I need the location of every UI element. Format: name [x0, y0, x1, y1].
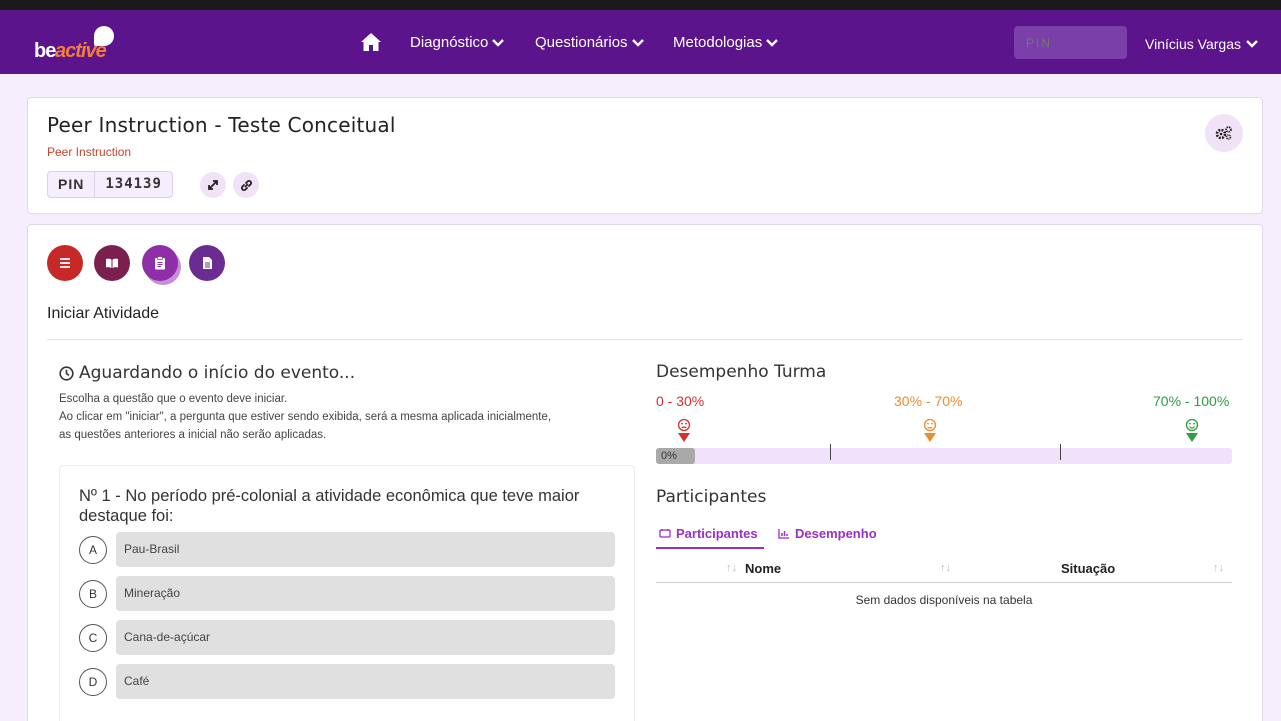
window-top-strip — [0, 0, 1281, 10]
user-menu[interactable]: Vinícius Vargas — [1145, 36, 1258, 52]
sad-face-icon — [677, 418, 691, 442]
tab-participants[interactable]: Participantes — [659, 526, 758, 541]
option-c[interactable]: C Cana-de-açúcar — [79, 620, 615, 655]
performance-progress-fill: 0% — [656, 448, 695, 464]
option-text[interactable]: Mineração — [116, 576, 615, 611]
activity-main-card: Iniciar Atividade Aguardando o início do… — [27, 224, 1263, 721]
waiting-title: Aguardando o início do evento... — [59, 363, 355, 383]
settings-button[interactable] — [1205, 114, 1243, 152]
start-activity-label: Iniciar Atividade — [47, 305, 160, 322]
pin-label: PIN — [48, 172, 96, 197]
logo-text-active: active — [55, 40, 107, 62]
activity-header-card: Peer Instruction - Teste Conceitual Peer… — [27, 97, 1263, 214]
option-letter: B — [79, 580, 107, 608]
column-header-status[interactable]: Situação — [1061, 561, 1115, 576]
tab-participants-label: Participantes — [676, 526, 758, 541]
copy-link-button[interactable] — [233, 172, 259, 198]
nav-metodologias-label: Metodologias — [673, 34, 763, 51]
option-letter: C — [79, 624, 107, 652]
happy-face-icon — [1185, 418, 1199, 442]
threshold-70-tick — [1060, 444, 1061, 460]
range-mid-label: 30% - 70% — [894, 393, 963, 409]
question-card: Nº 1 - No período pré-colonial a ativida… — [59, 465, 635, 721]
menu-button[interactable] — [47, 245, 83, 281]
option-text[interactable]: Café — [116, 664, 615, 699]
waiting-instruction-1: Escolha a questão que o evento deve inic… — [59, 393, 288, 405]
clock-icon — [59, 365, 74, 381]
option-letter: D — [79, 668, 107, 696]
option-a[interactable]: A Pau-Brasil — [79, 532, 615, 567]
sort-status-icon[interactable]: ↑↓ — [1213, 562, 1224, 574]
threshold-30-tick — [830, 444, 831, 460]
waiting-instruction-3: as questões anteriores a inicial não ser… — [59, 429, 327, 441]
sort-icon[interactable]: ↑↓ — [940, 562, 951, 574]
nav-diagnostico-label: Diagnóstico — [410, 34, 489, 51]
file-icon — [202, 257, 212, 269]
option-text[interactable]: Cana-de-açúcar — [116, 620, 615, 655]
neutral-face-icon — [923, 418, 937, 442]
chevron-down-icon — [1246, 40, 1258, 48]
range-high-label: 70% - 100% — [1153, 393, 1230, 409]
book-button[interactable] — [94, 245, 130, 281]
nav-metodologias[interactable]: Metodologias — [673, 34, 779, 51]
page-title: Peer Instruction - Teste Conceitual — [47, 113, 396, 137]
link-icon — [240, 179, 252, 191]
expand-button[interactable] — [200, 172, 226, 198]
chevron-down-icon — [492, 38, 505, 47]
expand-icon — [208, 180, 218, 190]
sort-name-icon[interactable]: ↑↓ — [726, 562, 737, 574]
table-header-divider — [656, 582, 1232, 583]
tab-performance[interactable]: Desempenho — [778, 526, 877, 541]
chevron-down-icon — [631, 38, 644, 47]
pin-value: 134139 — [105, 176, 162, 192]
nav-questionarios[interactable]: Questionários — [535, 34, 644, 51]
document-button[interactable] — [189, 245, 225, 281]
column-header-name[interactable]: Nome — [745, 561, 781, 576]
beactive-logo[interactable]: be active — [34, 22, 124, 62]
waiting-instruction-2: Ao clicar em "iniciar", a pergunta que e… — [59, 411, 552, 423]
range-low-label: 0 - 30% — [656, 393, 705, 409]
clipboard-icon — [155, 256, 165, 270]
users-icon — [659, 529, 671, 538]
option-b[interactable]: B Mineração — [79, 576, 615, 611]
nav-diagnostico[interactable]: Diagnóstico — [410, 34, 505, 51]
logo-text-be: be — [34, 40, 56, 62]
book-icon — [106, 258, 118, 268]
navbar: be active Diagnóstico Questionários Meto… — [0, 10, 1281, 74]
table-empty-message: Sem dados disponíveis na tabela — [855, 593, 1033, 607]
methodology-subtitle: Peer Instruction — [47, 145, 132, 159]
tab-performance-label: Desempenho — [795, 526, 877, 541]
option-text[interactable]: Pau-Brasil — [116, 532, 615, 567]
home-icon[interactable] — [360, 32, 382, 52]
option-d[interactable]: D Café — [79, 664, 615, 699]
section-divider — [47, 339, 1243, 340]
pin-search-input[interactable] — [1014, 26, 1127, 59]
waiting-title-text: Aguardando o início do evento... — [79, 363, 356, 383]
list-icon — [60, 258, 70, 268]
option-letter: A — [79, 536, 107, 564]
performance-progress-bar: 0% — [656, 444, 1232, 464]
active-tab-indicator — [656, 547, 764, 549]
nav-questionarios-label: Questionários — [535, 34, 628, 51]
user-name: Vinícius Vargas — [1145, 36, 1241, 52]
performance-title: Desempenho Turma — [656, 362, 827, 382]
bar-chart-icon — [778, 529, 789, 539]
pin-display: PIN 134139 — [47, 171, 173, 198]
participants-title: Participantes — [656, 487, 767, 507]
clipboard-button[interactable] — [142, 245, 178, 281]
gears-icon — [1215, 126, 1232, 140]
question-text: Nº 1 - No período pré-colonial a ativida… — [79, 487, 580, 525]
chevron-down-icon — [766, 38, 779, 47]
